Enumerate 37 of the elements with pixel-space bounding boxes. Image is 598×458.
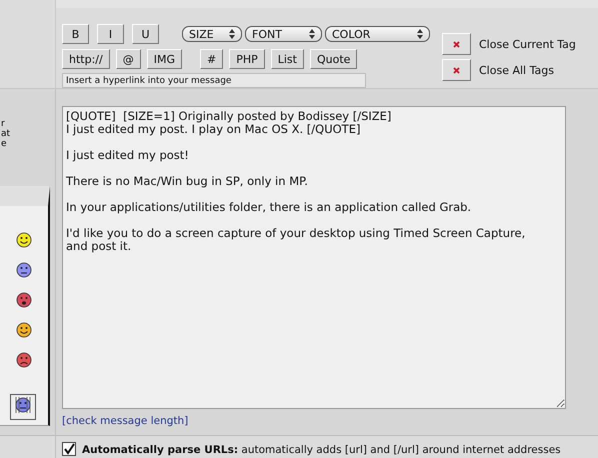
checkmark-icon	[63, 443, 75, 455]
smiley-icon[interactable]	[16, 262, 32, 278]
option-text: Automatically parse URLs: automatically adds [url] and [/url] around internet addresses	[82, 444, 561, 456]
format-button[interactable]: B	[62, 24, 89, 44]
tag-button[interactable]: http://	[62, 49, 110, 69]
updown-arrows-icon	[309, 29, 315, 39]
select-dropdown[interactable]: SIZE	[182, 26, 242, 42]
tag-button[interactable]: #	[200, 49, 224, 69]
tag-button[interactable]: IMG	[146, 49, 182, 69]
instruction-text: r	[1, 119, 5, 129]
close-button[interactable]	[442, 33, 471, 55]
caged-smiley-icon[interactable]	[15, 397, 31, 413]
tag-button[interactable]: PHP	[229, 49, 265, 69]
select-dropdown[interactable]: COLOR	[325, 26, 430, 42]
format-button[interactable]: I	[97, 24, 124, 44]
tag-button[interactable]: @	[116, 49, 141, 69]
instruction-text: at	[1, 129, 10, 139]
close-icon	[453, 40, 460, 48]
select-dropdown[interactable]: FONT	[245, 26, 322, 42]
checkbox[interactable]	[62, 442, 76, 456]
smiley-icon[interactable]	[16, 322, 32, 338]
close-label: Close All Tags	[479, 64, 554, 76]
updown-arrows-icon	[229, 29, 235, 39]
tag-button[interactable]: List	[270, 49, 304, 69]
message-field[interactable]: [QUOTE] [SIZE=1] Originally posted by Bodissey [/SIZE] I just edited my post. I play on Mac OS X. [/QUOTE] I just edited my post! There is no Mac/Win bug in SP, only in MP. In your applications/utilities folder, there is an application called Grab. I'd like you to do a screen capture of your desktop using Timed Screen Capture, and post it.	[62, 106, 566, 409]
status-field: Insert a hyperlink into your message	[62, 73, 366, 88]
close-button[interactable]	[442, 59, 471, 81]
updown-arrows-icon	[417, 29, 423, 39]
format-button[interactable]: U	[132, 24, 159, 44]
tag-button[interactable]: Quote	[310, 49, 358, 69]
close-label: Close Current Tag	[479, 38, 576, 50]
instruction-text: e	[1, 139, 7, 149]
smiley-icon[interactable]	[16, 232, 32, 248]
smiley-icon[interactable]	[16, 292, 32, 308]
check-length-link[interactable]: [check message length]	[62, 415, 188, 427]
smiley-icon[interactable]	[16, 352, 32, 368]
close-icon	[453, 66, 460, 74]
